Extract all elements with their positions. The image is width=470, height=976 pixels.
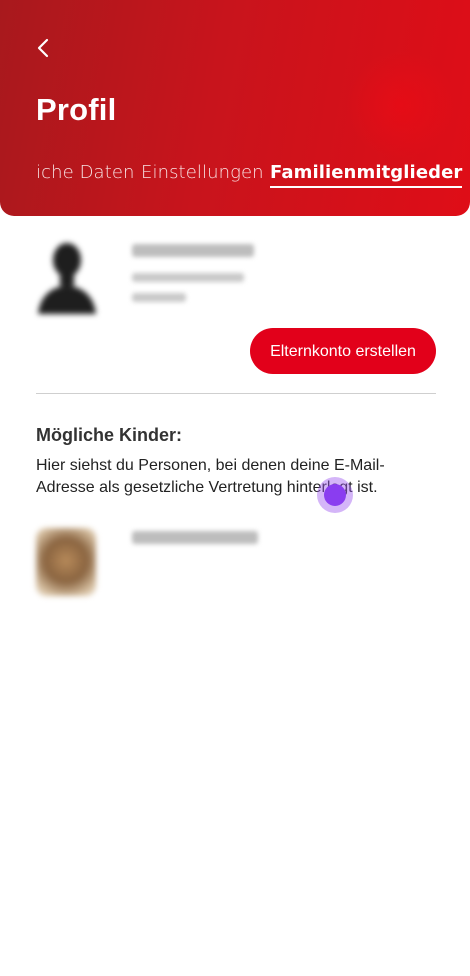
touch-indicator xyxy=(317,477,353,513)
touch-indicator-core xyxy=(324,484,346,506)
tab-settings[interactable]: Einstellungen xyxy=(141,162,264,183)
tab-personal-data[interactable]: iche Daten xyxy=(36,162,135,183)
child-name-blurred[interactable] xyxy=(132,531,258,544)
possible-children-title: Mögliche Kinder: xyxy=(36,425,183,445)
user-detail-blurred xyxy=(132,293,186,302)
tab-family-members[interactable]: Familienmitglieder xyxy=(270,162,463,188)
possible-children-description: Hier siehst du Personen, bei denen deine… xyxy=(36,457,385,496)
child-avatar[interactable] xyxy=(36,528,96,596)
divider xyxy=(36,393,436,394)
profile-tabs: iche Daten Einstellungen Familienmitglie… xyxy=(0,158,470,190)
user-birthdate-blurred xyxy=(132,273,244,282)
chevron-left-icon xyxy=(37,38,49,58)
header-glow xyxy=(346,50,456,160)
back-button[interactable] xyxy=(28,32,60,64)
page-title: Profil xyxy=(36,92,117,127)
user-avatar xyxy=(34,238,100,316)
person-silhouette-icon xyxy=(38,243,96,314)
profile-header: Profil iche Daten Einstellungen Familien… xyxy=(0,0,470,216)
user-name-blurred xyxy=(132,244,254,257)
create-parent-account-button[interactable]: Elternkonto erstellen xyxy=(250,328,436,374)
